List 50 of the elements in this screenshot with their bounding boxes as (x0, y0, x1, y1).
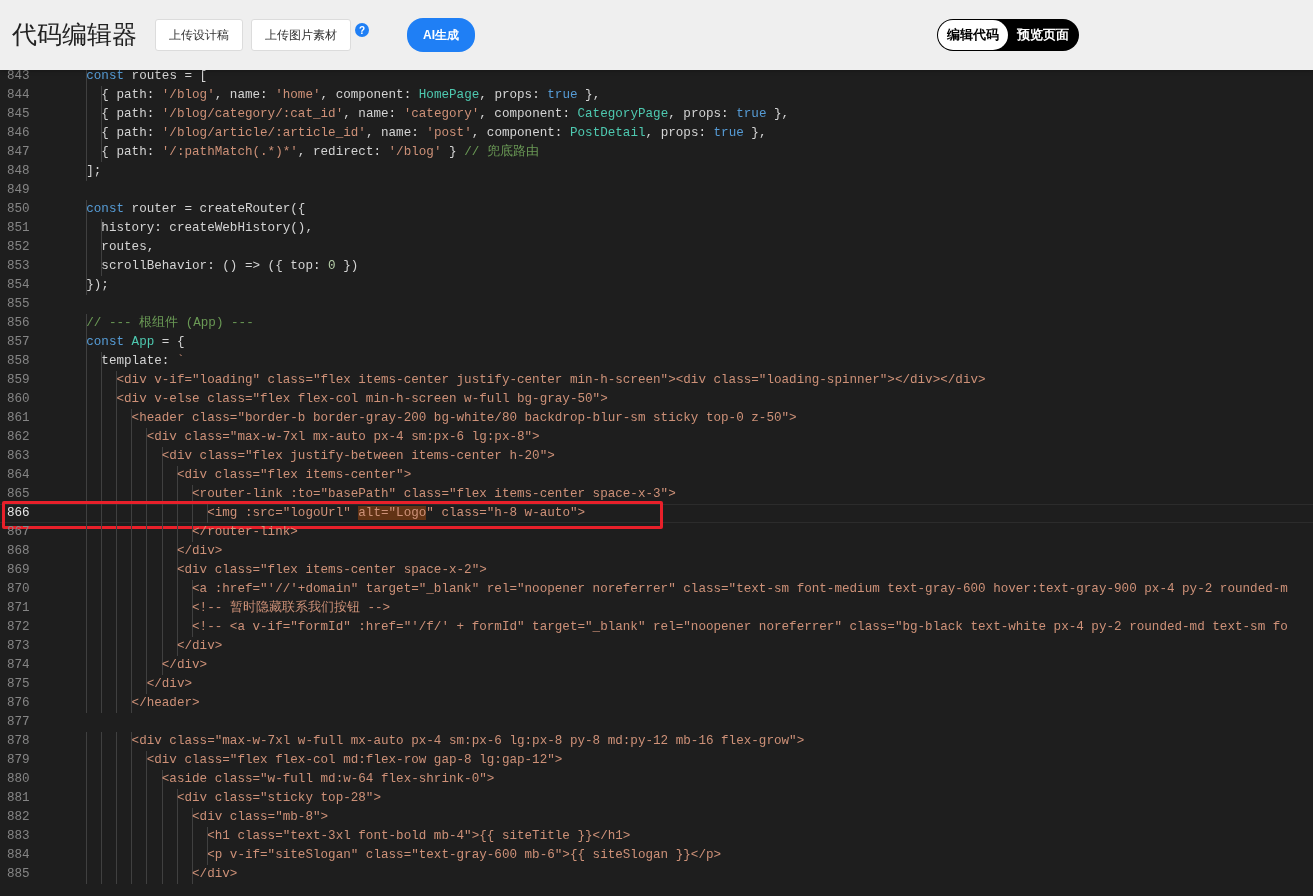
line-number: 859 (6, 372, 31, 389)
line-number: 872 (6, 619, 31, 636)
line-number: 878 (6, 733, 31, 750)
line-number: 885 (6, 866, 31, 883)
mode-tab[interactable]: 编辑代码 (938, 20, 1008, 50)
line-number: 873 (6, 638, 31, 655)
line-number: 880 (6, 771, 31, 788)
line-number: 865 (6, 486, 31, 503)
line-number: 854 (6, 277, 31, 294)
upload-button[interactable]: 上传设计稿 (155, 19, 243, 51)
line-number: 863 (6, 448, 31, 465)
line-number: 855 (6, 296, 31, 313)
line-number: 866 (6, 505, 31, 522)
line-number: 858 (6, 353, 31, 370)
line-number: 881 (6, 790, 31, 807)
line-number: 874 (6, 657, 31, 674)
line-number: 847 (6, 144, 31, 161)
line-number: 857 (6, 334, 31, 351)
line-number: 853 (6, 258, 31, 275)
line-number: 868 (6, 543, 31, 560)
line-number: 864 (6, 467, 31, 484)
line-number: 844 (6, 87, 31, 104)
line-number: 848 (6, 163, 31, 180)
line-number: 846 (6, 125, 31, 142)
line-number: 862 (6, 429, 31, 446)
app-title: 代码编辑器 (12, 19, 137, 51)
line-number: 845 (6, 106, 31, 123)
line-number: 851 (6, 220, 31, 237)
line-number: 877 (6, 714, 31, 731)
line-number: 879 (6, 752, 31, 769)
line-number: 876 (6, 695, 31, 712)
line-number: 860 (6, 391, 31, 408)
line-number: 884 (6, 847, 31, 864)
line-number: 861 (6, 410, 31, 427)
line-number: 843 (6, 68, 31, 85)
line-number: 875 (6, 676, 31, 693)
line-number: 882 (6, 809, 31, 826)
mode-tab[interactable]: 预览页面 (1008, 20, 1078, 50)
line-number: 852 (6, 239, 31, 256)
line-number: 856 (6, 315, 31, 332)
ai-generate-button[interactable]: AI生成 (407, 18, 475, 52)
line-number: 870 (6, 581, 31, 598)
line-number: 869 (6, 562, 31, 579)
line-number: 871 (6, 600, 31, 617)
upload-button[interactable]: 上传图片素材 (251, 19, 351, 51)
line-number: 849 (6, 182, 31, 199)
line-number: 867 (6, 524, 31, 541)
line-number: 883 (6, 828, 31, 845)
help-icon[interactable]: ? (355, 23, 369, 37)
line-number: 850 (6, 201, 31, 218)
